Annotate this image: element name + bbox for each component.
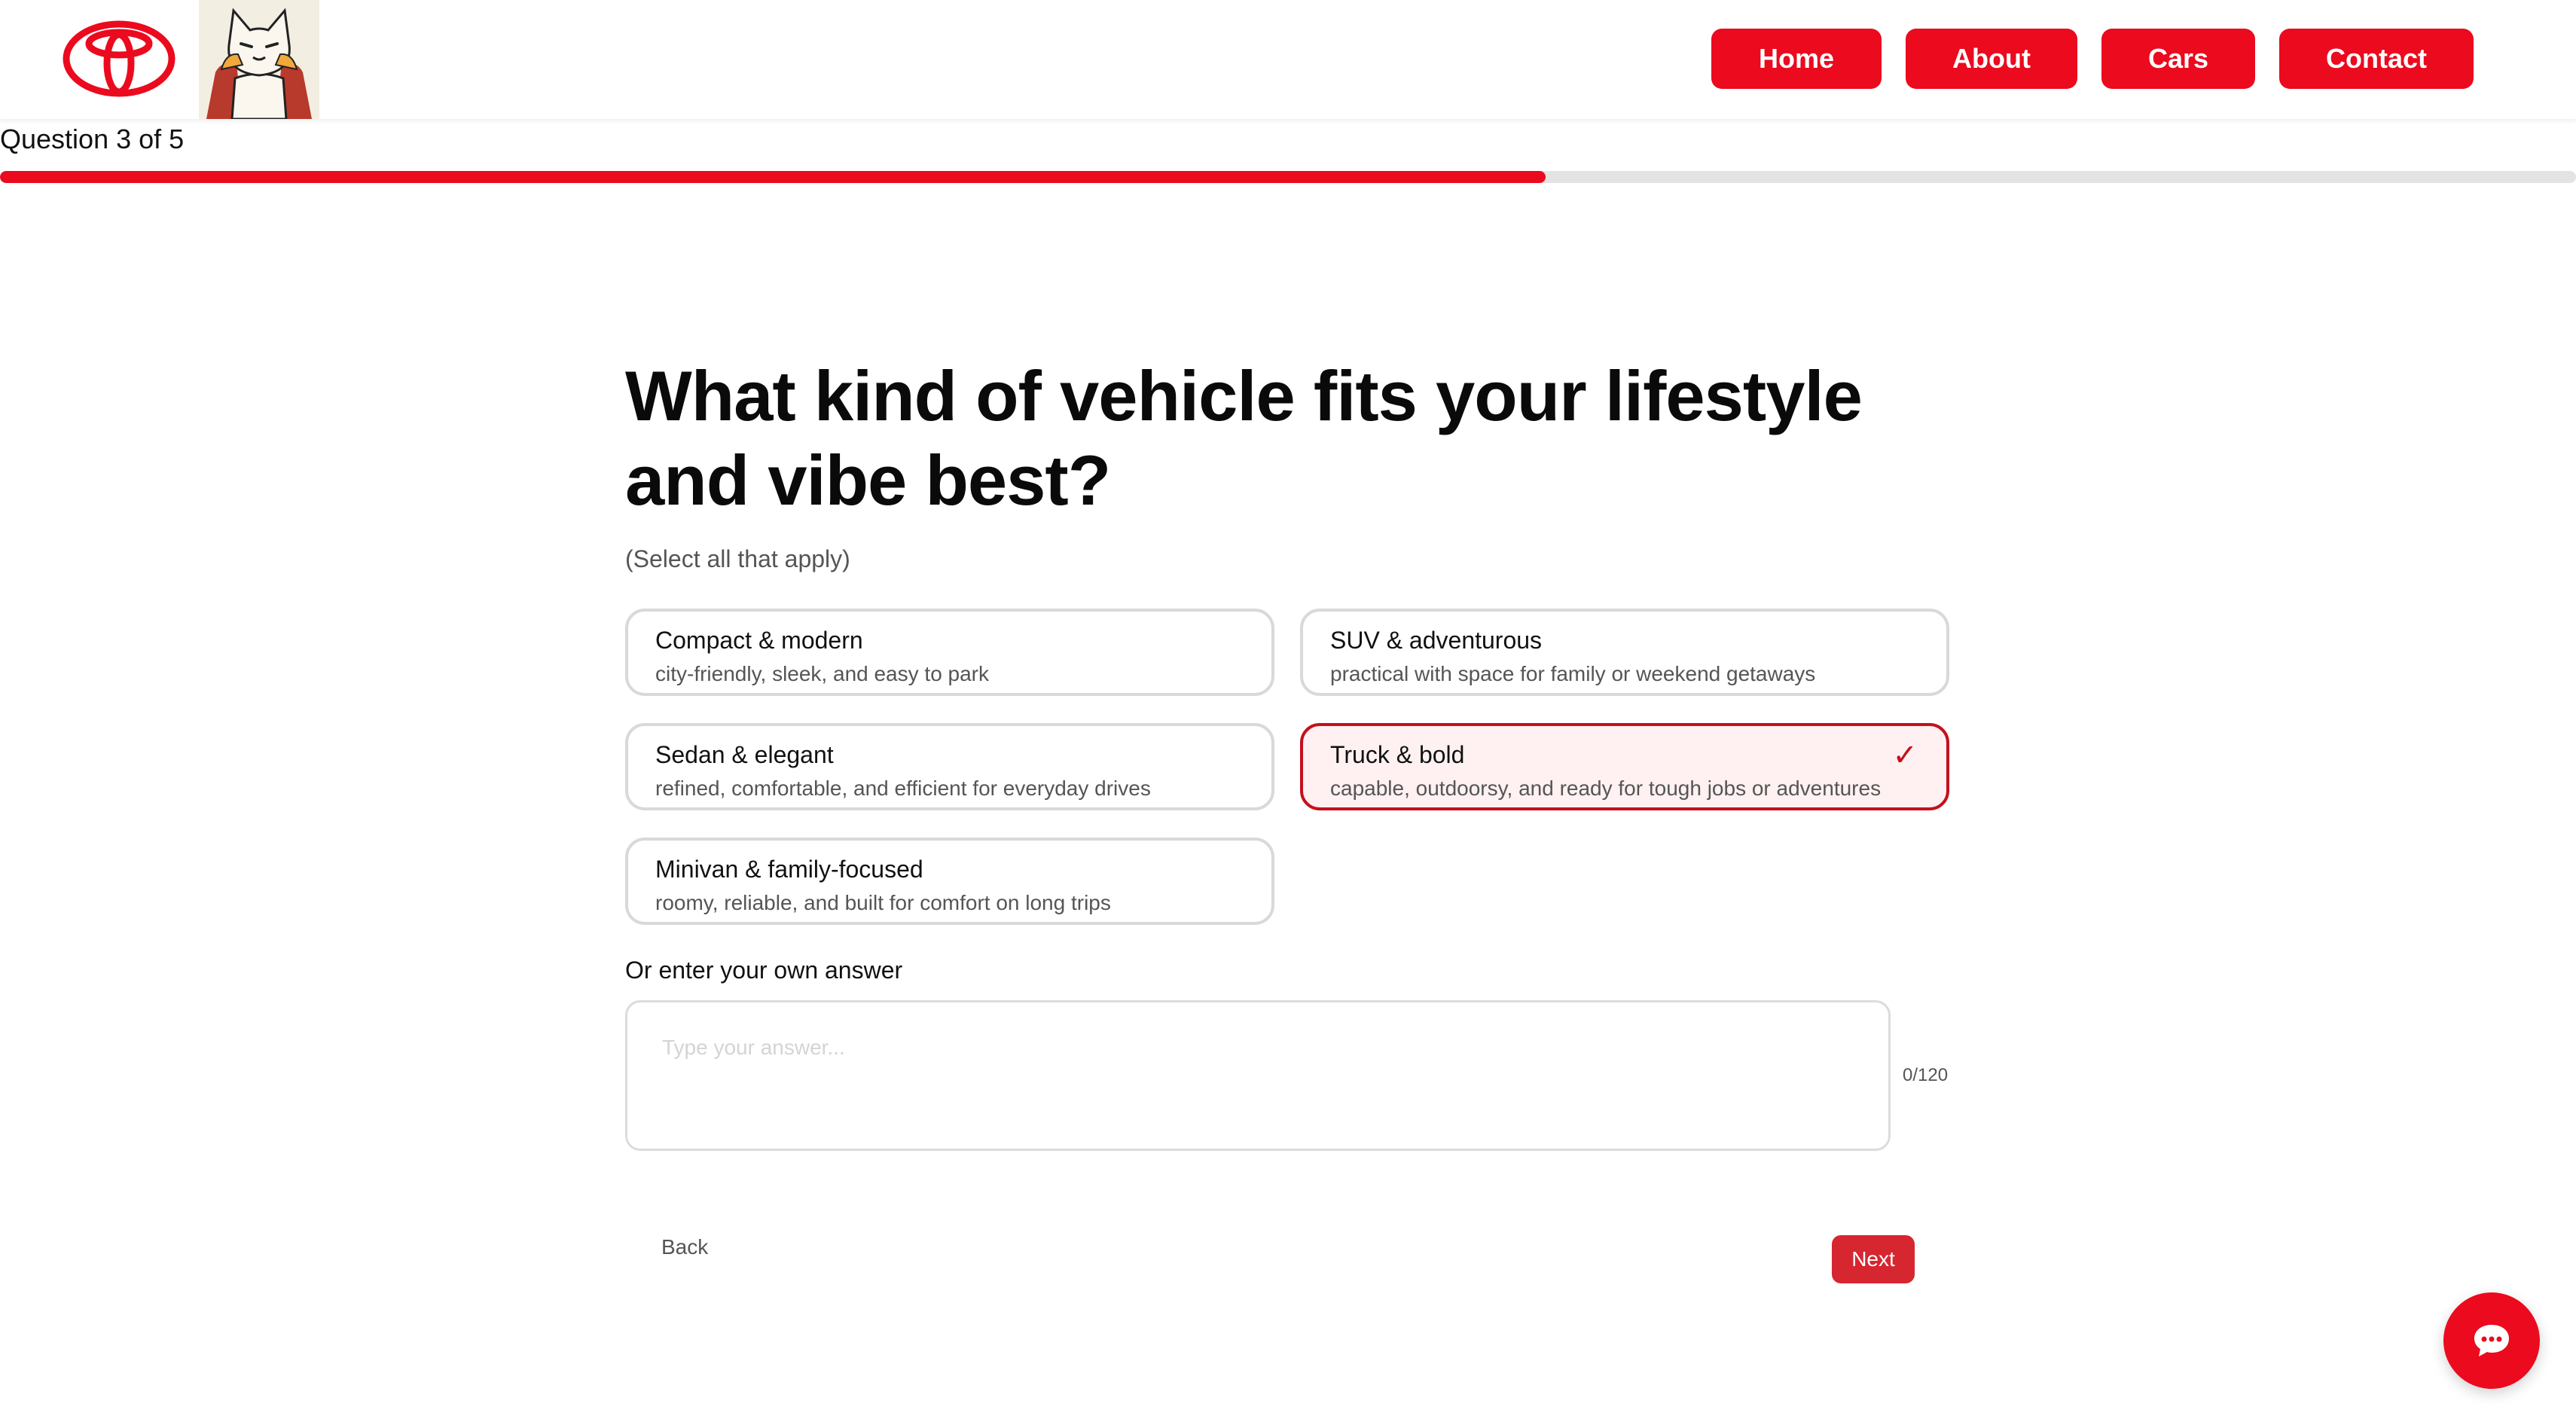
option-title: Minivan & family-focused — [655, 856, 923, 883]
nav-cars-button[interactable]: Cars — [2101, 29, 2255, 89]
cat-mascot-image — [199, 0, 319, 119]
own-answer-label: Or enter your own answer — [625, 957, 903, 984]
nav-about-button[interactable]: About — [1906, 29, 2077, 89]
option-description: roomy, reliable, and built for comfort o… — [655, 891, 1111, 914]
character-counter: 0/120 — [1903, 1065, 1949, 1085]
nav-contact-button[interactable]: Contact — [2279, 29, 2474, 89]
option-suv-adventurous[interactable]: SUV & adventurous practical with space f… — [1300, 609, 1949, 696]
option-minivan-family[interactable]: Minivan & family-focused roomy, reliable… — [625, 838, 1274, 925]
own-answer-input[interactable] — [625, 1000, 1891, 1151]
toyota-logo[interactable] — [62, 20, 176, 98]
option-sedan-elegant[interactable]: Sedan & elegant refined, comfortable, an… — [625, 723, 1274, 810]
options-grid: Compact & modern city-friendly, sleek, a… — [625, 609, 1951, 928]
next-button[interactable]: Next — [1832, 1235, 1915, 1283]
chat-bubble-icon — [2471, 1319, 2513, 1363]
check-icon: ✓ — [1892, 739, 1918, 772]
option-description: capable, outdoorsy, and ready for tough … — [1330, 777, 1882, 800]
question-title: What kind of vehicle fits your lifestyle… — [625, 356, 1863, 520]
chat-button[interactable] — [2443, 1292, 2540, 1389]
option-description: practical with space for family or weeke… — [1330, 662, 1816, 685]
nav-home-button[interactable]: Home — [1711, 29, 1882, 89]
question-area: What kind of vehicle fits your lifestyle… — [625, 354, 1951, 573]
back-button[interactable]: Back — [661, 1235, 708, 1259]
option-title: Truck & bold — [1330, 741, 1465, 768]
option-compact-modern[interactable]: Compact & modern city-friendly, sleek, a… — [625, 609, 1274, 696]
progress-label: Question 3 of 5 — [0, 124, 185, 154]
option-description: refined, comfortable, and efficient for … — [655, 777, 1151, 800]
option-description: city-friendly, sleek, and easy to park — [655, 662, 990, 685]
site-header: Home About Cars Contact — [0, 0, 2576, 119]
progress-fill — [0, 171, 1546, 183]
progress-bar — [0, 171, 2576, 183]
option-truck-bold[interactable]: Truck & bold capable, outdoorsy, and rea… — [1300, 723, 1949, 810]
question-hint: (Select all that apply) — [625, 545, 850, 572]
option-title: Compact & modern — [655, 627, 863, 654]
option-title: SUV & adventurous — [1330, 627, 1543, 654]
option-title: Sedan & elegant — [655, 741, 834, 768]
